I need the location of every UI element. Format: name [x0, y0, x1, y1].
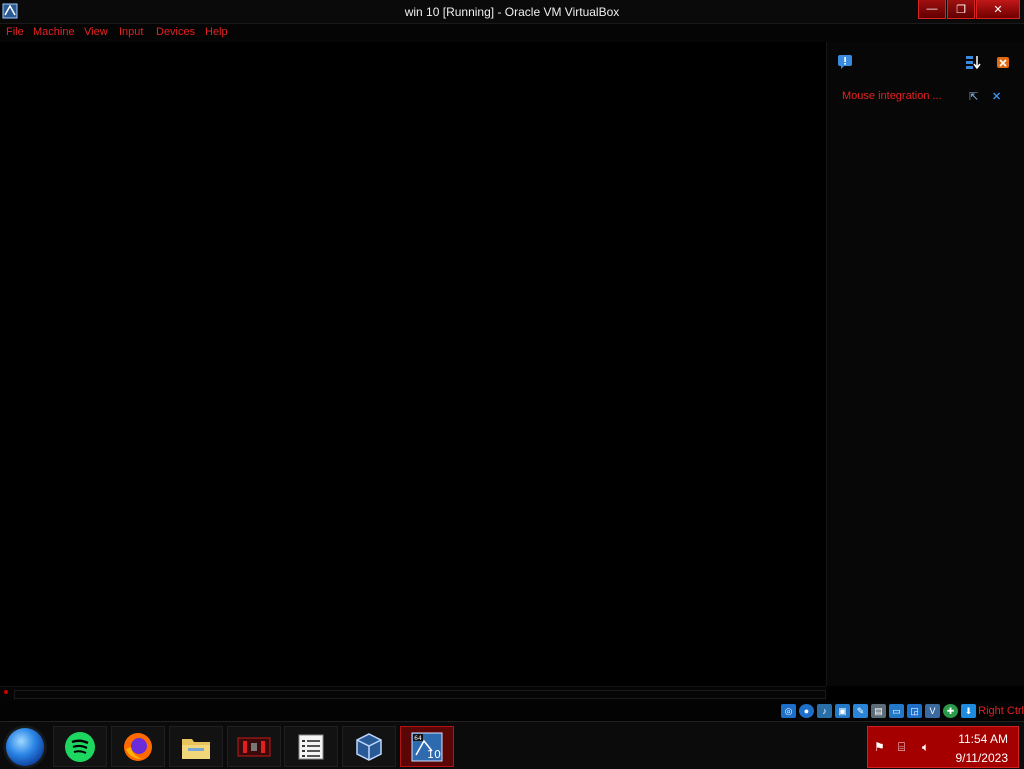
- mouse-integration-icon[interactable]: ✚: [943, 704, 958, 718]
- display-icon[interactable]: ▭: [889, 704, 904, 718]
- menu-help[interactable]: Help: [205, 26, 228, 38]
- menu-devices[interactable]: Devices: [156, 26, 195, 38]
- taskbar-virtualbox-manager[interactable]: [342, 726, 396, 767]
- close-message-icon[interactable]: ✕: [992, 90, 1001, 103]
- vm-win10-icon: 64 10: [411, 732, 443, 761]
- taskbar-notepad[interactable]: [284, 726, 338, 767]
- shared-folders-icon[interactable]: ▤: [871, 704, 886, 718]
- start-button[interactable]: [6, 728, 44, 766]
- firefox-icon: [124, 732, 152, 761]
- cpu-icon[interactable]: V: [925, 704, 940, 718]
- notification-message: Mouse integration ...: [842, 90, 942, 102]
- notepad-icon: [298, 734, 324, 759]
- taskbar-spotify[interactable]: [53, 726, 107, 767]
- taskbar: 64 10 ⚑ ⌸ 🔈︎ 11:54 AM 9/11/2023: [0, 721, 1024, 769]
- recording-icon[interactable]: ◲: [907, 704, 922, 718]
- scroll-left-icon[interactable]: [4, 690, 8, 694]
- notification-info-icon[interactable]: [837, 54, 853, 70]
- menu-machine[interactable]: Machine: [33, 26, 75, 38]
- close-all-icon[interactable]: [995, 54, 1011, 70]
- host-key-label: Right Ctrl: [978, 705, 1024, 717]
- menu-view[interactable]: View: [84, 26, 108, 38]
- menu-input[interactable]: Input: [119, 26, 143, 38]
- usb-icon[interactable]: ✎: [853, 704, 868, 718]
- pin-icon[interactable]: ⇱: [969, 90, 978, 103]
- restore-button[interactable]: ❐: [947, 0, 975, 19]
- keyboard-capture-icon[interactable]: ⬇: [961, 704, 976, 718]
- optical-drive-icon[interactable]: ●: [799, 704, 814, 718]
- taskbar-firefox[interactable]: [111, 726, 165, 767]
- system-tray: ⚑ ⌸ 🔈︎ 11:54 AM 9/11/2023: [867, 726, 1019, 768]
- close-button[interactable]: ✕: [976, 0, 1020, 19]
- taskbar-media-app[interactable]: [227, 726, 281, 767]
- folder-icon: [182, 738, 210, 759]
- volume-icon[interactable]: 🔈︎: [922, 740, 929, 755]
- taskbar-file-explorer[interactable]: [169, 726, 223, 767]
- audio-icon[interactable]: ♪: [817, 704, 832, 718]
- svg-text:64: 64: [414, 735, 422, 742]
- hard-disk-icon[interactable]: ◎: [781, 704, 796, 718]
- scroll-track[interactable]: [14, 690, 826, 699]
- spotify-icon: [65, 731, 95, 762]
- network-tray-icon[interactable]: ⌸: [898, 740, 905, 755]
- action-center-flag-icon[interactable]: ⚑: [874, 740, 885, 754]
- clock-time[interactable]: 11:54 AM: [958, 732, 1008, 746]
- window-title: win 10 [Running] - Oracle VM VirtualBox: [404, 5, 620, 19]
- vm-display[interactable]: [0, 42, 826, 686]
- clock-date[interactable]: 9/11/2023: [956, 751, 1009, 765]
- menu-bar: File Machine View Input Devices Help: [0, 24, 1024, 42]
- network-icon[interactable]: ▣: [835, 704, 850, 718]
- svg-text:10: 10: [427, 748, 441, 761]
- virtualbox-manager-icon: [356, 732, 382, 761]
- media-app-icon: [237, 737, 271, 756]
- minimize-button[interactable]: —: [918, 0, 946, 19]
- notification-center: Mouse integration ... ⇱ ✕: [826, 42, 1024, 686]
- status-bar: ◎ ● ♪ ▣ ✎ ▤ ▭ ◲ V ✚ ⬇ Right Ctrl: [0, 701, 1024, 721]
- menu-file[interactable]: File: [6, 26, 24, 38]
- horizontal-scrollbar[interactable]: [0, 686, 826, 701]
- title-bar: win 10 [Running] - Oracle VM VirtualBox …: [0, 0, 1024, 24]
- taskbar-virtualbox-vm[interactable]: 64 10: [400, 726, 454, 767]
- sort-icon[interactable]: [965, 54, 981, 70]
